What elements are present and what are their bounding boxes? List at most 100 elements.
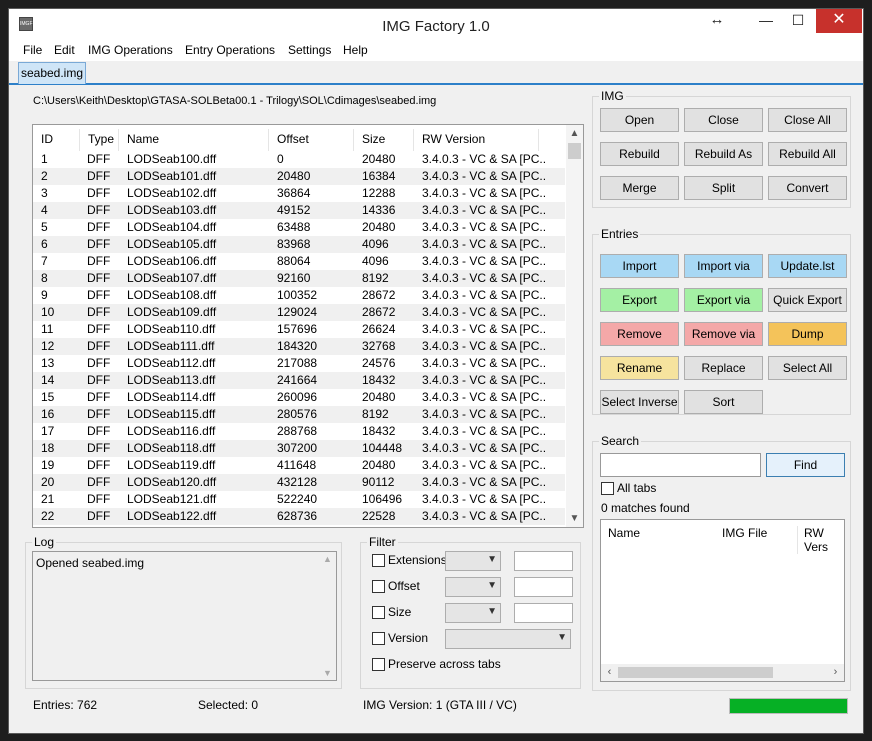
scroll-up-icon[interactable]: ▲ (566, 125, 583, 142)
remove-via-button[interactable]: Remove via (684, 322, 763, 346)
column-header-size[interactable]: Size (354, 129, 414, 151)
filter-version-select[interactable]: ▼ (445, 629, 571, 649)
scroll-right-icon[interactable]: › (827, 664, 844, 681)
scroll-thumb[interactable] (568, 143, 581, 159)
resize-icon[interactable]: ↔ (704, 9, 730, 33)
quick-export-button[interactable]: Quick Export (768, 288, 847, 312)
rename-button[interactable]: Rename (600, 356, 679, 380)
scroll-left-icon[interactable]: ‹ (601, 664, 618, 681)
rebuild-all-button[interactable]: Rebuild All (768, 142, 847, 166)
table-row[interactable]: 1 DFF LODSeab100.dff 0 20480 3.4.0.3 - VC & S… (33, 151, 565, 168)
filter-offset-input[interactable] (514, 577, 573, 597)
menu-entry-operations[interactable]: Entry Operations (185, 43, 275, 57)
export-via-button[interactable]: Export via (684, 288, 763, 312)
results-header-img-file[interactable]: IMG File (722, 526, 767, 540)
convert-button[interactable]: Convert (768, 176, 847, 200)
table-row[interactable]: 16 DFF LODSeab115.dff 280576 8192 3.4.0.3 - V… (33, 406, 565, 423)
rebuild-button[interactable]: Rebuild (600, 142, 679, 166)
maximize-button[interactable]: ☐ (785, 9, 811, 33)
column-header-id[interactable]: ID (33, 129, 80, 151)
table-row[interactable]: 14 DFF LODSeab113.dff 241664 18432 3.4.0.3 - … (33, 372, 565, 389)
table-row[interactable]: 6 DFF LODSeab105.dff 83968 4096 3.4.0.3 - VC … (33, 236, 565, 253)
filter-size-input[interactable] (514, 603, 573, 623)
find-button[interactable]: Find (766, 453, 845, 477)
merge-button[interactable]: Merge (600, 176, 679, 200)
results-header-name[interactable]: Name (608, 526, 640, 540)
rebuild-as-button[interactable]: Rebuild As (684, 142, 763, 166)
sort-button[interactable]: Sort (684, 390, 763, 414)
import-button[interactable]: Import (600, 254, 679, 278)
export-button[interactable]: Export (600, 288, 679, 312)
column-header-name[interactable]: Name (119, 129, 269, 151)
log-scroll-down-icon[interactable]: ▼ (319, 668, 336, 678)
filter-extensions-input[interactable] (514, 551, 573, 571)
table-row[interactable]: 9 DFF LODSeab108.dff 100352 28672 3.4.0.3 - V… (33, 287, 565, 304)
log-scrollbar[interactable]: ▲ ▼ (319, 552, 336, 680)
menu-img-operations[interactable]: IMG Operations (88, 43, 173, 57)
close-button[interactable]: Close (684, 108, 763, 132)
select-all-button[interactable]: Select All (768, 356, 847, 380)
table-cell-name: LODSeab118.dff (127, 441, 216, 455)
table-row[interactable]: 13 DFF LODSeab112.dff 217088 24576 3.4.0.3 - … (33, 355, 565, 372)
table-row[interactable]: 18 DFF LODSeab118.dff 307200 104448 3.4.0.3 -… (33, 440, 565, 457)
table-row[interactable]: 15 DFF LODSeab114.dff 260096 20480 3.4.0.3 - … (33, 389, 565, 406)
table-cell-name: LODSeab102.dff (127, 186, 217, 200)
table-row[interactable]: 10 DFF LODSeab109.dff 129024 28672 3.4.0.3 - … (33, 304, 565, 321)
table-vertical-scrollbar[interactable]: ▲ ▼ (566, 125, 583, 527)
split-button[interactable]: Split (684, 176, 763, 200)
search-results-table[interactable]: Name IMG File RW Vers ‹ › (600, 519, 845, 682)
remove-button[interactable]: Remove (600, 322, 679, 346)
table-cell-type: DFF (87, 288, 111, 302)
table-row[interactable]: 3 DFF LODSeab102.dff 36864 12288 3.4.0.3 - VC… (33, 185, 565, 202)
table-cell-size: 32768 (362, 339, 396, 353)
results-header-rw-version[interactable]: RW Vers (797, 526, 844, 554)
table-cell-type: DFF (87, 271, 111, 285)
filter-size-select[interactable]: ▼ (445, 603, 501, 623)
close-window-button[interactable]: ✕ (816, 9, 862, 33)
filter-extensions-checkbox[interactable] (372, 554, 385, 567)
column-header-rw-version[interactable]: RW Version (414, 129, 539, 151)
table-row[interactable]: 7 DFF LODSeab106.dff 88064 4096 3.4.0.3 - VC … (33, 253, 565, 270)
table-row[interactable]: 21 DFF LODSeab121.dff 522240 106496 3.4.0.3 -… (33, 491, 565, 508)
update-lst-button[interactable]: Update.lst (768, 254, 847, 278)
table-row[interactable]: 2 DFF LODSeab101.dff 20480 16384 3.4.0.3 - VC… (33, 168, 565, 185)
table-row[interactable]: 17 DFF LODSeab116.dff 288768 18432 3.4.0.3 - … (33, 423, 565, 440)
select-inverse-button[interactable]: Select Inverse (600, 390, 679, 414)
menu-help[interactable]: Help (343, 43, 368, 57)
table-cell-offset: 260096 (277, 390, 318, 404)
menu-file[interactable]: File (23, 43, 42, 57)
all-tabs-checkbox[interactable] (601, 482, 614, 495)
table-row[interactable]: 22 DFF LODSeab122.dff 628736 22528 3.4.0.3 - … (33, 508, 565, 525)
filter-offset-checkbox[interactable] (372, 580, 385, 593)
tab-seabed-img[interactable]: seabed.img (18, 62, 86, 84)
table-row[interactable]: 20 DFF LODSeab120.dff 432128 90112 3.4.0.3 - … (33, 474, 565, 491)
menu-settings[interactable]: Settings (288, 43, 331, 57)
log-textbox[interactable]: Opened seabed.img ▲ ▼ (32, 551, 337, 681)
scroll-down-icon[interactable]: ▼ (566, 510, 583, 527)
column-header-offset[interactable]: Offset (269, 129, 354, 151)
filter-extensions-select[interactable]: ▼ (445, 551, 501, 571)
replace-button[interactable]: Replace (684, 356, 763, 380)
log-scroll-up-icon[interactable]: ▲ (319, 554, 336, 564)
search-input[interactable] (600, 453, 761, 477)
filter-size-checkbox[interactable] (372, 606, 385, 619)
table-row[interactable]: 8 DFF LODSeab107.dff 92160 8192 3.4.0.3 - VC … (33, 270, 565, 287)
column-header-type[interactable]: Type (80, 129, 119, 151)
table-row[interactable]: 5 DFF LODSeab104.dff 63488 20480 3.4.0.3 - VC… (33, 219, 565, 236)
table-row[interactable]: 12 DFF LODSeab111.dff 184320 32768 3.4.0.3 - … (33, 338, 565, 355)
open-button[interactable]: Open (600, 108, 679, 132)
import-via-button[interactable]: Import via (684, 254, 763, 278)
table-row[interactable]: 4 DFF LODSeab103.dff 49152 14336 3.4.0.3 - VC… (33, 202, 565, 219)
table-row[interactable]: 19 DFF LODSeab119.dff 411648 20480 3.4.0.3 - … (33, 457, 565, 474)
filter-version-checkbox[interactable] (372, 632, 385, 645)
entries-table[interactable]: ID Type Name Offset Size RW Version 1 DFF… (32, 124, 584, 528)
minimize-button[interactable]: — (753, 9, 779, 33)
filter-offset-select[interactable]: ▼ (445, 577, 501, 597)
close-all-button[interactable]: Close All (768, 108, 847, 132)
results-horizontal-scrollbar[interactable]: ‹ › (601, 664, 844, 681)
dump-button[interactable]: Dump (768, 322, 847, 346)
results-scroll-thumb[interactable] (618, 667, 773, 678)
preserve-across-tabs-checkbox[interactable] (372, 658, 385, 671)
table-row[interactable]: 11 DFF LODSeab110.dff 157696 26624 3.4.0.3 - … (33, 321, 565, 338)
menu-edit[interactable]: Edit (54, 43, 75, 57)
